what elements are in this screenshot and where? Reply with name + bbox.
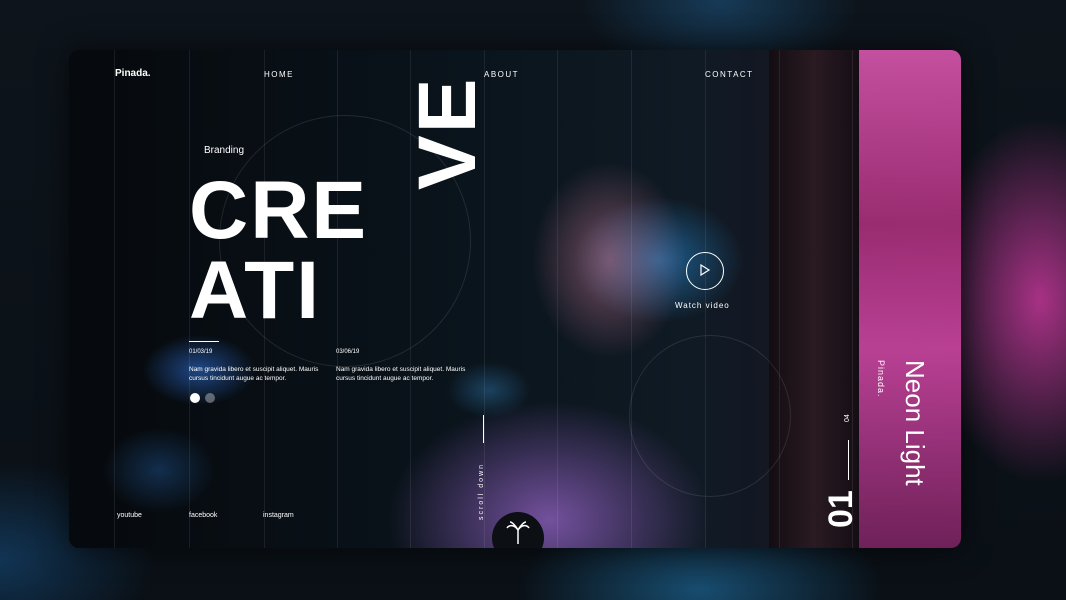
play-icon — [700, 263, 711, 277]
hero-title-line3: VE — [402, 76, 493, 190]
nav-home[interactable]: HOME — [264, 70, 294, 79]
grid-line — [852, 50, 853, 548]
pillar-shape — [769, 50, 859, 548]
palm-tree-icon — [506, 521, 530, 544]
slider-dot-active[interactable] — [190, 393, 200, 403]
social-youtube[interactable]: youtube — [117, 512, 142, 519]
post-text: Nam gravida libero et suscipit aliquet. … — [189, 366, 319, 382]
post-date: 01/03/19 — [189, 349, 213, 355]
slide-divider — [848, 440, 849, 480]
post-text: Nam gravida libero et suscipit aliquet. … — [336, 366, 466, 382]
hero-title-line1: CRE — [189, 165, 369, 256]
watch-video-link[interactable]: Watch video — [675, 301, 730, 310]
side-title: Neon Light — [900, 360, 930, 486]
hero-title-line2: ATI — [189, 245, 322, 336]
slide-current: 01 — [822, 490, 860, 528]
scroll-down-label[interactable]: scroll down — [478, 463, 485, 520]
grid-line — [631, 50, 632, 548]
post-date: 03/06/19 — [336, 349, 360, 355]
slider-dot[interactable] — [205, 393, 215, 403]
logo[interactable]: Pinada. — [115, 68, 151, 79]
scroll-line — [483, 415, 484, 443]
side-brand: Pinada. — [876, 360, 886, 398]
grid-line — [114, 50, 115, 548]
slide-total: 04 — [844, 414, 851, 422]
social-instagram[interactable]: instagram — [263, 512, 294, 519]
hero-eyebrow: Branding — [204, 145, 245, 156]
nav-contact[interactable]: CONTACT — [705, 70, 754, 79]
grid-line — [779, 50, 780, 548]
social-facebook[interactable]: facebook — [189, 512, 217, 519]
play-button[interactable] — [686, 252, 724, 290]
grid-line — [557, 50, 558, 548]
decor-circle — [629, 335, 791, 497]
hero-card: Pinada. HOME ABOUT CONTACT Branding CRE … — [69, 50, 961, 548]
title-underline — [189, 341, 219, 342]
